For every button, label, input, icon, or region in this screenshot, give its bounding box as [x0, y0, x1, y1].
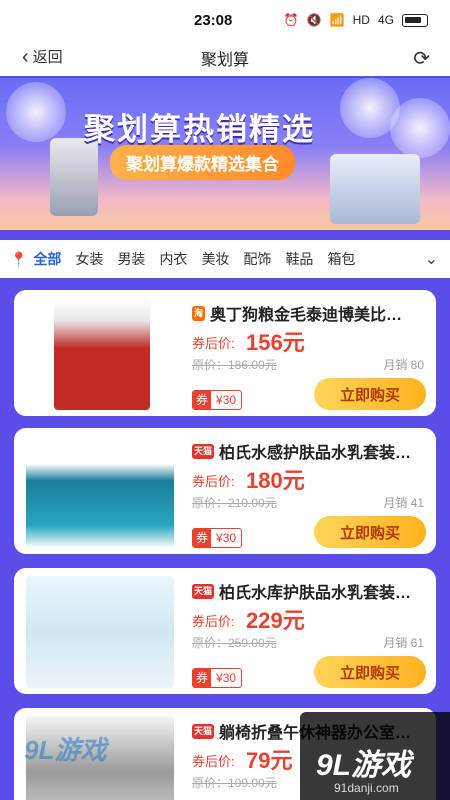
- original-price: 原价：210.00元: [192, 496, 277, 510]
- coupon-tag: 券: [193, 391, 212, 409]
- appliance-image: [330, 154, 420, 224]
- coupon-badge: 券 ¥30: [192, 668, 243, 688]
- category-tab-mens[interactable]: 男装: [117, 249, 145, 269]
- coupon-tag: 券: [193, 669, 212, 687]
- coupon-value: ¥30: [216, 531, 237, 545]
- product-image: [26, 576, 174, 688]
- shop-badge: 天猫: [192, 723, 215, 739]
- wifi-label: HD: [352, 13, 370, 27]
- product-price: 180元: [246, 468, 305, 493]
- category-tab-accessories[interactable]: 配饰: [243, 249, 271, 269]
- product-title: 奥丁狗粮金毛泰迪博美比…: [210, 307, 403, 324]
- product-price: 79元: [246, 748, 293, 773]
- status-icons: ⏰ 🔇 📶 HD 4G: [284, 13, 428, 27]
- category-tab-bags[interactable]: 箱包: [327, 249, 355, 269]
- coupon-value: ¥30: [216, 393, 237, 407]
- category-bar: 📍 全部 女装 男装 内衣 美妆 配饰 鞋品 箱包 ⌄: [0, 240, 450, 278]
- product-card[interactable]: 天猫 柏氏水库护肤品水乳套装… 券后价: 229元 原价：259.00元 月销 …: [14, 568, 436, 694]
- product-price: 156元: [246, 330, 305, 355]
- watermark-logo-left: 9L游戏: [24, 735, 107, 765]
- monthly-sales: 月销 80: [383, 358, 424, 372]
- product-card[interactable]: 淘 奥丁狗粮金毛泰迪博美比… 券后价: 156元 原价：186.00元 月销 8…: [14, 290, 436, 416]
- category-tab-underwear[interactable]: 内衣: [159, 249, 187, 269]
- price-label: 券后价:: [192, 754, 235, 769]
- watermark-site: 91danji.com: [334, 781, 399, 795]
- status-bar: 23:08 ⏰ 🔇 📶 HD 4G: [0, 0, 450, 40]
- wifi-icon: 📶: [329, 13, 345, 27]
- product-title: 柏氏水感护肤品水乳套装…: [219, 445, 412, 462]
- product-bottle-image: [50, 138, 98, 216]
- product-title-row: 淘 奥丁狗粮金毛泰迪博美比…: [192, 301, 430, 325]
- banner-subtitle: 聚划算爆款精选集合: [110, 145, 295, 180]
- buy-now-button[interactable]: 立即购买: [314, 656, 426, 688]
- product-title-row: 天猫 柏氏水库护肤品水乳套装…: [192, 579, 430, 603]
- coupon-value: ¥30: [216, 671, 237, 685]
- monthly-sales: 月销 41: [383, 496, 424, 510]
- watermark-brand: 9L游戏: [316, 749, 412, 782]
- category-tab-womens[interactable]: 女装: [75, 249, 103, 269]
- coupon-badge: 券 ¥30: [192, 390, 243, 410]
- category-tab-all[interactable]: 全部: [33, 249, 61, 269]
- price-label: 券后价:: [192, 614, 235, 629]
- network-label: 4G: [377, 13, 394, 27]
- nav-bar: ‹ 返回 聚划算 ⟳: [0, 40, 450, 76]
- coupon-badge: 券 ¥30: [192, 528, 243, 548]
- category-tab-beauty[interactable]: 美妆: [201, 249, 229, 269]
- product-price: 229元: [246, 608, 305, 633]
- mute-icon: 🔇: [306, 13, 322, 27]
- product-title-row: 天猫 柏氏水感护肤品水乳套装…: [192, 439, 430, 463]
- battery-icon: [402, 13, 428, 27]
- shop-badge: 天猫: [192, 443, 215, 459]
- banner-title: 聚划算热销精选: [84, 112, 315, 147]
- shop-badge: 天猫: [192, 583, 215, 599]
- alarm-icon: ⏰: [283, 13, 299, 27]
- shop-badge: 淘: [192, 305, 206, 321]
- price-label: 券后价:: [192, 474, 235, 489]
- category-tab-shoes[interactable]: 鞋品: [285, 249, 313, 269]
- coupon-tag: 券: [193, 529, 212, 547]
- product-card[interactable]: 天猫 柏氏水感护肤品水乳套装… 券后价: 180元 原价：210.00元 月销 …: [14, 428, 436, 554]
- buy-now-button[interactable]: 立即购买: [314, 378, 426, 410]
- location-pin-icon: 📍: [10, 250, 28, 267]
- page-title: 聚划算: [200, 52, 249, 69]
- refresh-icon[interactable]: ⟳: [413, 46, 430, 71]
- original-price: 原价：259.00元: [192, 636, 277, 650]
- monthly-sales: 月销 61: [383, 636, 424, 650]
- price-label: 券后价:: [192, 336, 235, 351]
- original-price: 原价：109.00元: [192, 776, 277, 790]
- original-price: 原价：186.00元: [192, 358, 277, 372]
- product-title: 柏氏水库护肤品水乳套装…: [219, 585, 412, 602]
- product-image: [54, 298, 150, 410]
- chevron-down-icon[interactable]: ⌄: [425, 249, 438, 269]
- buy-now-button[interactable]: 立即购买: [314, 516, 426, 548]
- product-image: [26, 436, 174, 548]
- status-time: 23:08: [194, 11, 233, 29]
